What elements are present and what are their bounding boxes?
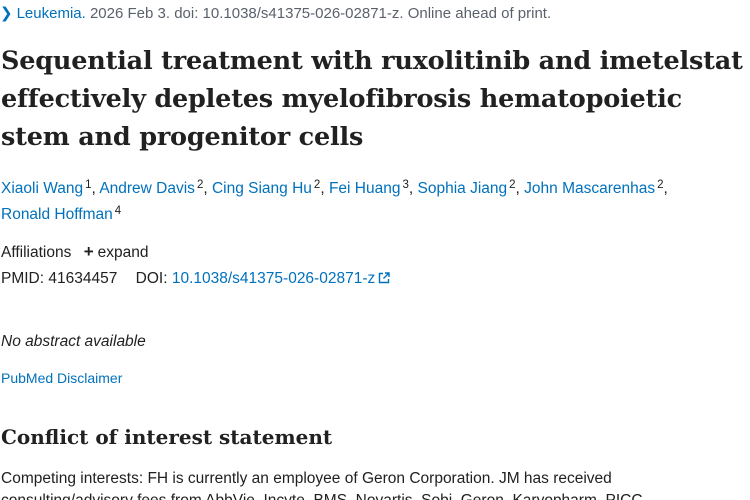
author-separator: , [320, 180, 329, 197]
pubmed-disclaimer-link[interactable]: PubMed Disclaimer [1, 370, 122, 386]
identifiers-line: PMID: 41634457 DOI: 10.1038/s41375-026-0… [1, 270, 390, 288]
author-link[interactable]: Andrew Davis [99, 180, 195, 197]
author-link[interactable]: John Mascarenhas [524, 180, 655, 197]
author-item: Andrew Davis 2 [99, 179, 203, 197]
author-separator: , [203, 180, 212, 197]
pmid-label: PMID: [1, 270, 45, 287]
author-item: Cing Siang Hu 2 [212, 179, 320, 197]
citation-details: 2026 Feb 3. doi: 10.1038/s41375-026-0287… [85, 5, 552, 22]
external-link-icon [379, 272, 390, 284]
author-item: Xiaoli Wang 1 [1, 179, 92, 197]
author-affiliation-number[interactable]: 4 [115, 205, 121, 217]
coi-text: Competing interests: FH is currently an … [1, 470, 643, 500]
author-separator: , [515, 180, 525, 197]
citation-line: ❯ Leukemia. 2026 Feb 3. doi: 10.1038/s413… [0, 4, 551, 22]
coi-heading: Conflict of interest statement [1, 425, 333, 449]
author-item: John Mascarenhas 2 [524, 179, 663, 197]
author-link[interactable]: Ronald Hoffman [1, 206, 113, 223]
author-link[interactable]: Xiaoli Wang [1, 180, 83, 197]
author-link[interactable]: Fei Huang [329, 180, 401, 197]
affiliations-label: Affiliations [1, 244, 72, 261]
author-link[interactable]: Sophia Jiang [418, 180, 508, 197]
pmid-value: 41634457 [48, 270, 118, 287]
author-item: Fei Huang 3 [329, 179, 409, 197]
expand-label: expand [97, 244, 149, 261]
affiliations-expand-button[interactable]: + expand [83, 242, 149, 261]
affiliations-section: Affiliations + expand [1, 242, 148, 262]
author-separator: , [408, 180, 418, 197]
doi-link[interactable]: 10.1038/s41375-026-02871-z [172, 270, 390, 287]
doi-label: DOI: [135, 270, 168, 287]
author-separator: , [663, 180, 668, 197]
doi-value: 10.1038/s41375-026-02871-z [171, 270, 376, 287]
article-title: Sequential treatment with ruxolitinib an… [1, 46, 743, 152]
author-item: Sophia Jiang 2 [418, 179, 516, 197]
author-link[interactable]: Cing Siang Hu [212, 180, 312, 197]
authors-list: Xiaoli Wang 1, Andrew Davis 2, Cing Siang … [1, 176, 746, 228]
chevron-right-icon[interactable]: ❯ [0, 4, 13, 22]
author-item: Ronald Hoffman 4 [1, 205, 121, 223]
no-abstract-note: No abstract available [1, 333, 146, 350]
journal-link[interactable]: Leukemia. [17, 5, 86, 22]
plus-icon: + [83, 242, 94, 261]
